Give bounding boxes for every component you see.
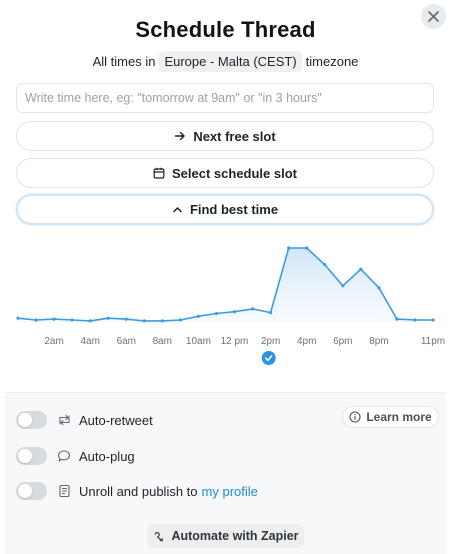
select-schedule-slot-label: Select schedule slot bbox=[172, 165, 297, 181]
chart-tick-label: 2am bbox=[44, 336, 63, 347]
auto-plug-toggle[interactable] bbox=[16, 447, 47, 465]
chart-point[interactable] bbox=[341, 284, 345, 288]
auto-retweet-toggle[interactable] bbox=[16, 411, 47, 429]
chart-tick-label: 6pm bbox=[333, 336, 352, 347]
info-icon bbox=[349, 411, 361, 423]
auto-plug-row: Auto-plug bbox=[16, 447, 135, 465]
chart-point[interactable] bbox=[269, 311, 273, 315]
chart-point[interactable] bbox=[142, 319, 146, 323]
chart-point[interactable] bbox=[232, 310, 237, 314]
chart-tick-label: 12 pm bbox=[221, 336, 249, 347]
chart-point[interactable] bbox=[70, 318, 74, 322]
chart-point[interactable] bbox=[431, 318, 435, 322]
timezone-prefix: All times in bbox=[92, 54, 156, 69]
chart-point[interactable] bbox=[214, 311, 219, 316]
next-free-slot-label: Next free slot bbox=[193, 128, 276, 144]
select-schedule-slot-button[interactable]: Select schedule slot bbox=[16, 158, 434, 188]
chart-tick-label: 11pm bbox=[421, 336, 445, 347]
chevron-up-icon bbox=[173, 207, 182, 213]
chart-point[interactable] bbox=[287, 246, 291, 250]
page-title: Schedule Thread bbox=[135, 17, 316, 42]
learn-more-button[interactable]: Learn more bbox=[342, 406, 439, 428]
chart-point[interactable] bbox=[413, 318, 417, 322]
chart-point[interactable] bbox=[305, 246, 309, 250]
chart-tick-label: 10am bbox=[186, 336, 211, 347]
chart-tick-label: 6am bbox=[117, 336, 136, 347]
chart-area-fill bbox=[18, 248, 433, 322]
arrow-right-icon bbox=[175, 131, 186, 141]
chart-point[interactable] bbox=[124, 317, 128, 321]
time-input[interactable] bbox=[16, 83, 434, 113]
chart-point[interactable] bbox=[359, 267, 363, 271]
chart-point[interactable] bbox=[88, 319, 92, 323]
auto-retweet-row: Auto-retweet bbox=[16, 411, 153, 429]
chart-point[interactable] bbox=[178, 318, 182, 322]
chart-point[interactable] bbox=[106, 316, 110, 320]
chart-tick-label: 4am bbox=[80, 336, 99, 347]
unroll-toggle[interactable] bbox=[16, 482, 47, 500]
chart-point[interactable] bbox=[323, 263, 327, 267]
chart-tick-label: 8am bbox=[153, 336, 172, 347]
timezone-line: All times in Europe - Malta (CEST) timez… bbox=[0, 51, 451, 72]
chart-tick-label: 4pm bbox=[297, 336, 316, 347]
chart-point[interactable] bbox=[251, 307, 255, 311]
check-circle-icon[interactable] bbox=[261, 351, 276, 365]
timezone-suffix: timezone bbox=[305, 54, 359, 69]
calendar-icon bbox=[153, 167, 165, 179]
auto-retweet-label: Auto-retweet bbox=[79, 412, 153, 428]
timezone-selector[interactable]: Europe - Malta (CEST) bbox=[159, 51, 302, 72]
chart-point[interactable] bbox=[196, 314, 200, 318]
speech-bubble-icon bbox=[56, 448, 72, 464]
chart-point[interactable] bbox=[160, 319, 164, 323]
chart-point[interactable] bbox=[395, 317, 399, 321]
unroll-label: Unroll and publish to bbox=[79, 483, 198, 499]
best-time-chart: 2am 4am 6am 8am 10am 12 pm 2pm 4pm 6pm 8pm 11pm bbox=[0, 238, 451, 368]
retweet-icon bbox=[56, 412, 72, 428]
find-best-time-label: Find best time bbox=[189, 202, 279, 217]
unroll-row: Unroll and publish to my profile bbox=[16, 482, 258, 500]
best-time-chart-svg: 2am 4am 6am 8am 10am 12 pm 2pm 4pm 6pm 8pm 11pm bbox=[16, 246, 445, 365]
learn-more-label: Learn more bbox=[366, 410, 432, 424]
find-best-time-button[interactable]: Find best time bbox=[16, 194, 434, 225]
chart-point[interactable] bbox=[52, 317, 56, 321]
chart-point[interactable] bbox=[34, 318, 38, 322]
automate-zapier-label: Automate with Zapier bbox=[171, 529, 299, 543]
my-profile-link[interactable]: my profile bbox=[202, 484, 258, 499]
chart-point[interactable] bbox=[377, 286, 381, 290]
zapier-icon bbox=[155, 531, 164, 542]
automate-zapier-button[interactable]: Automate with Zapier bbox=[147, 524, 304, 548]
next-free-slot-button[interactable]: Next free slot bbox=[16, 121, 434, 151]
chart-point[interactable] bbox=[16, 316, 20, 320]
document-icon bbox=[56, 483, 72, 499]
auto-plug-label: Auto-plug bbox=[79, 448, 135, 464]
chart-tick-label: 2pm bbox=[261, 336, 280, 347]
chart-tick-label: 8pm bbox=[369, 336, 388, 347]
